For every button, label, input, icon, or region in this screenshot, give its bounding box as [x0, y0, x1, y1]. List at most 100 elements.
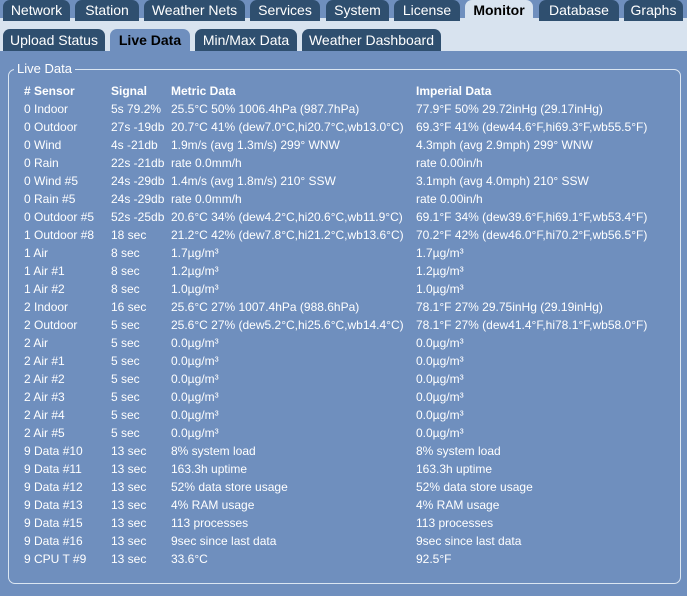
- subtab-upload-status[interactable]: Upload Status: [3, 29, 105, 51]
- imperial-cell: 52% data store usage: [416, 480, 533, 494]
- metric-cell: 0.0µg/m³: [171, 390, 219, 404]
- imperial-cell: rate 0.00in/h: [416, 192, 483, 206]
- sensor-cell: 2 Air #1: [24, 354, 65, 368]
- imperial-cell: 78.1°F 27% (dew41.4°F,hi78.1°F,wb58.0°F): [416, 318, 648, 332]
- table-row: 0 Outdoor 27s -19db 20.7°C 41% (dew7.0°C,h…: [24, 118, 686, 136]
- imperial-cell: 78.1°F 27% 29.75inHg (29.19inHg): [416, 300, 603, 314]
- signal-cell: 5 sec: [111, 354, 140, 368]
- table-row: 9 Data #15 13 sec 113 processes 113 process…: [24, 514, 686, 532]
- sensor-cell: 0 Outdoor: [24, 120, 78, 134]
- sensor-cell: 0 Wind: [24, 138, 62, 152]
- panel-legend: Live Data: [14, 61, 75, 77]
- table-row: 9 Data #10 13 sec 8% system load 8% system …: [24, 442, 686, 460]
- table-row: 9 CPU T #9 13 sec 33.6°C 92.5°F: [24, 550, 686, 568]
- sensor-cell: 2 Air #3: [24, 390, 65, 404]
- metric-cell: 0.0µg/m³: [171, 336, 219, 350]
- signal-cell: 5 sec: [111, 408, 140, 422]
- sensor-cell: 2 Air #2: [24, 372, 65, 386]
- sensor-cell: 1 Air #1: [24, 264, 65, 278]
- header-imperial-data: Imperial Data: [416, 84, 492, 98]
- signal-cell: 22s -21db: [111, 156, 165, 170]
- signal-cell: 13 sec: [111, 534, 147, 548]
- imperial-cell: 0.0µg/m³: [416, 408, 464, 422]
- table-row: 1 Air 8 sec 1.7µg/m³ 1.7µg/m³: [24, 244, 686, 262]
- metric-cell: 0.0µg/m³: [171, 354, 219, 368]
- imperial-cell: 0.0µg/m³: [416, 390, 464, 404]
- metric-cell: 0.0µg/m³: [171, 372, 219, 386]
- sub-tab-bar: Upload Status Live Data Min/Max Data Wea…: [0, 21, 687, 51]
- subtab-min-max-data[interactable]: Min/Max Data: [195, 29, 297, 51]
- tab-graphs[interactable]: Graphs: [624, 0, 683, 21]
- tab-system[interactable]: System: [326, 0, 389, 21]
- metric-cell: 8% system load: [171, 444, 256, 458]
- sensor-cell: 0 Rain: [24, 156, 59, 170]
- metric-cell: 0.0µg/m³: [171, 426, 219, 440]
- table-row: 0 Wind #5 24s -29db 1.4m/s (avg 1.8m/s) 21…: [24, 172, 686, 190]
- signal-cell: 13 sec: [111, 444, 147, 458]
- sensor-cell: 9 Data #12: [24, 480, 83, 494]
- signal-cell: 5 sec: [111, 372, 140, 386]
- sensor-cell: 1 Air: [24, 246, 49, 260]
- sensor-cell: 0 Outdoor #5: [24, 210, 95, 224]
- signal-cell: 16 sec: [111, 300, 147, 314]
- metric-cell: 1.7µg/m³: [171, 246, 219, 260]
- signal-cell: 27s -19db: [111, 120, 165, 134]
- signal-cell: 13 sec: [111, 516, 147, 530]
- signal-cell: 18 sec: [111, 228, 147, 242]
- sensor-cell: 9 Data #11: [24, 462, 82, 476]
- signal-cell: 13 sec: [111, 462, 147, 476]
- tab-license[interactable]: License: [394, 0, 460, 21]
- tab-station[interactable]: Station: [75, 0, 139, 21]
- header-signal: Signal: [111, 84, 148, 98]
- tab-weather-nets[interactable]: Weather Nets: [144, 0, 245, 21]
- signal-cell: 5 sec: [111, 426, 140, 440]
- signal-cell: 13 sec: [111, 552, 147, 566]
- metric-cell: 113 processes: [171, 516, 249, 530]
- table-row: 9 Data #12 13 sec 52% data store usage 52% …: [24, 478, 686, 496]
- table-row: 2 Air #2 5 sec 0.0µg/m³ 0.0µg/m³: [24, 370, 686, 388]
- metric-cell: 20.7°C 41% (dew7.0°C,hi20.7°C,wb13.0°C): [171, 120, 404, 134]
- tab-monitor[interactable]: Monitor: [465, 0, 533, 21]
- signal-cell: 8 sec: [111, 282, 140, 296]
- sensor-cell: 1 Outdoor #8: [24, 228, 95, 242]
- metric-cell: 20.6°C 34% (dew4.2°C,hi20.6°C,wb11.9°C): [171, 210, 403, 224]
- metric-cell: 25.6°C 27% 1007.4hPa (988.6hPa): [171, 300, 360, 314]
- subtab-weather-dashboard[interactable]: Weather Dashboard: [302, 29, 441, 51]
- main-tab-bar: Network Station Weather Nets Services Sy…: [0, 0, 687, 21]
- metric-cell: 4% RAM usage: [171, 498, 255, 512]
- signal-cell: 13 sec: [111, 498, 147, 512]
- imperial-cell: 70.2°F 42% (dew46.0°F,hi70.2°F,wb56.5°F): [416, 228, 648, 242]
- imperial-cell: 9sec since last data: [416, 534, 522, 548]
- imperial-cell: 163.3h uptime: [416, 462, 493, 476]
- table-row: 2 Air #5 5 sec 0.0µg/m³ 0.0µg/m³: [24, 424, 686, 442]
- imperial-cell: rate 0.00in/h: [416, 156, 483, 170]
- table-row: 9 Data #13 13 sec 4% RAM usage 4% RAM usage: [24, 496, 686, 514]
- metric-cell: 163.3h uptime: [171, 462, 248, 476]
- imperial-cell: 0.0µg/m³: [416, 354, 464, 368]
- table-row: 2 Air #4 5 sec 0.0µg/m³ 0.0µg/m³: [24, 406, 686, 424]
- table-row: 9 Data #16 13 sec 9sec since last data 9sec…: [24, 532, 686, 550]
- imperial-cell: 8% system load: [416, 444, 501, 458]
- table-row: 2 Air #1 5 sec 0.0µg/m³ 0.0µg/m³: [24, 352, 686, 370]
- imperial-cell: 4% RAM usage: [416, 498, 500, 512]
- sensor-cell: 0 Wind #5: [24, 174, 79, 188]
- table-row: 9 Data #11 13 sec 163.3h uptime 163.3h upti…: [24, 460, 686, 478]
- sensor-cell: 0 Rain #5: [24, 192, 76, 206]
- metric-cell: 25.6°C 27% (dew5.2°C,hi25.6°C,wb14.4°C): [171, 318, 404, 332]
- header-metric-data: Metric Data: [171, 84, 236, 98]
- sensor-cell: 1 Air #2: [24, 282, 65, 296]
- imperial-cell: 0.0µg/m³: [416, 426, 464, 440]
- tab-database[interactable]: Database: [539, 0, 619, 21]
- table-row: 0 Rain 22s -21db rate 0.0mm/h rate 0.00in/h: [24, 154, 686, 172]
- table-row: 2 Outdoor 5 sec 25.6°C 27% (dew5.2°C,hi25.…: [24, 316, 686, 334]
- signal-cell: 4s -21db: [111, 138, 158, 152]
- tab-network[interactable]: Network: [3, 0, 70, 21]
- imperial-cell: 0.0µg/m³: [416, 372, 464, 386]
- tab-services[interactable]: Services: [250, 0, 320, 21]
- table-row: 0 Wind 4s -21db 1.9m/s (avg 1.3m/s) 299° W…: [24, 136, 686, 154]
- metric-cell: 1.9m/s (avg 1.3m/s) 299° WNW: [171, 138, 340, 152]
- table-body: 0 Indoor 5s 79.2% 25.5°C 50% 1006.4hPa (98…: [24, 100, 686, 568]
- subtab-live-data[interactable]: Live Data: [110, 29, 190, 51]
- imperial-cell: 92.5°F: [416, 552, 452, 566]
- signal-cell: 24s -29db: [111, 192, 165, 206]
